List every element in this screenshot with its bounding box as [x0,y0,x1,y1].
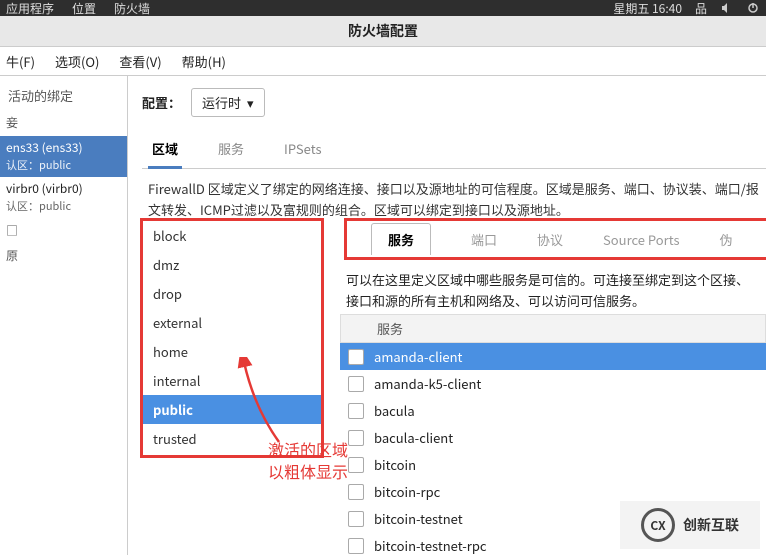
sidebar-item-ens33[interactable]: ens33 (ens33) 认区：public [0,136,127,178]
sidebar-item-virbr0[interactable]: virbr0 (virbr0) 认区：public [0,177,127,219]
sidebar-item-label: virbr0 (virbr0) [6,180,83,197]
service-checkbox[interactable] [348,511,364,527]
topbar-apps[interactable]: 应用程序 [6,0,54,17]
service-row[interactable]: amanda-client [340,343,766,370]
inner-description: 可以在这里定义区域中哪些服务是可信的。可连接至绑定到这个区接、接口和源的所有主机… [344,264,766,318]
tab-services[interactable]: 服务 [214,131,248,168]
menubar: 牛(F) 选项(O) 查看(V) 帮助(H) [0,47,766,76]
zone-item-external[interactable]: external [143,308,321,337]
volume-icon[interactable] [720,1,734,15]
inner-tab-services[interactable]: 服务 [371,223,431,255]
service-label: amanda-client [374,347,462,366]
sidebar: 活动的绑定 妾 ens33 (ens33) 认区：public virbr0 (… [0,76,128,555]
annotation-text: 激活的区域以粗体显示 [268,438,348,483]
zone-item-internal[interactable]: internal [143,366,321,395]
inner-tab-masquerade[interactable]: 伪 [720,230,733,249]
service-row[interactable]: amanda-k5-client [340,370,766,397]
inner-tab-ports[interactable]: 端口 [471,230,497,249]
window-title: 防火墙配置 [348,21,418,41]
zone-item-public[interactable]: public [143,395,321,424]
menu-view[interactable]: 查看(V) [119,52,161,71]
sidebar-item-zone: 认区：public [6,198,71,214]
service-checkbox[interactable] [348,538,364,554]
service-checkbox[interactable] [348,457,364,473]
sidebar-extra: 原 [0,244,127,269]
zone-item-drop[interactable]: drop [143,279,321,308]
topbar-active-app[interactable]: 防火墙 [114,0,150,17]
zone-item-block[interactable]: block [143,221,321,250]
window-titlebar: 防火墙配置 [0,16,766,47]
main-tabs: 区域 服务 IPSets [142,131,766,169]
service-label: bitcoin [374,455,416,474]
service-checkbox[interactable] [348,403,364,419]
sidebar-group: 妾 [0,111,127,136]
service-label: bitcoin-testnet [374,509,463,528]
tab-zones[interactable]: 区域 [148,131,182,168]
service-label: bacula [374,401,415,420]
zones-list-box: block dmz drop external home internal pu… [140,218,324,458]
service-label: amanda-k5-client [374,374,481,393]
chevron-down-icon: ▾ [247,93,254,112]
sidebar-header: 活动的绑定 [0,76,127,111]
inner-tab-protocols[interactable]: 协议 [537,230,563,249]
config-dropdown[interactable]: 运行时 ▾ [191,88,265,117]
service-label: bitcoin-testnet-rpc [374,536,487,555]
inner-tabs-box: 服务 端口 协议 Source Ports 伪 [344,218,766,260]
service-checkbox[interactable] [348,484,364,500]
power-icon[interactable] [746,1,760,15]
topbar-places[interactable]: 位置 [72,0,96,17]
topbar-clock[interactable]: 星期五 16:40 [613,0,682,17]
service-row[interactable]: bitcoin [340,451,766,478]
menu-options[interactable]: 选项(O) [55,52,99,71]
service-checkbox[interactable] [348,349,364,365]
service-column-header: 服务 [340,314,766,343]
service-row[interactable]: bacula-client [340,424,766,451]
config-label: 配置： [142,93,181,112]
network-icon[interactable]: 品 [694,1,708,15]
service-row[interactable]: bacula [340,397,766,424]
menu-file[interactable]: 牛(F) [6,52,35,71]
sidebar-extra: □ [0,219,127,244]
service-label: bitcoin-rpc [374,482,440,501]
menu-help[interactable]: 帮助(H) [182,52,226,71]
tab-ipsets[interactable]: IPSets [280,131,326,168]
zone-item-dmz[interactable]: dmz [143,250,321,279]
watermark: CX 创新互联 [620,501,760,549]
zone-item-home[interactable]: home [143,337,321,366]
gnome-topbar: 应用程序 位置 防火墙 星期五 16:40 品 [0,0,766,16]
watermark-logo-icon: CX [641,508,675,542]
watermark-label: 创新互联 [683,515,739,535]
service-checkbox[interactable] [348,430,364,446]
config-value: 运行时 [202,93,241,112]
sidebar-item-zone: 认区：public [6,157,71,173]
service-checkbox[interactable] [348,376,364,392]
service-label: bacula-client [374,428,453,447]
sidebar-item-label: ens33 (ens33) [6,139,83,156]
inner-tab-source-ports[interactable]: Source Ports [603,230,680,249]
